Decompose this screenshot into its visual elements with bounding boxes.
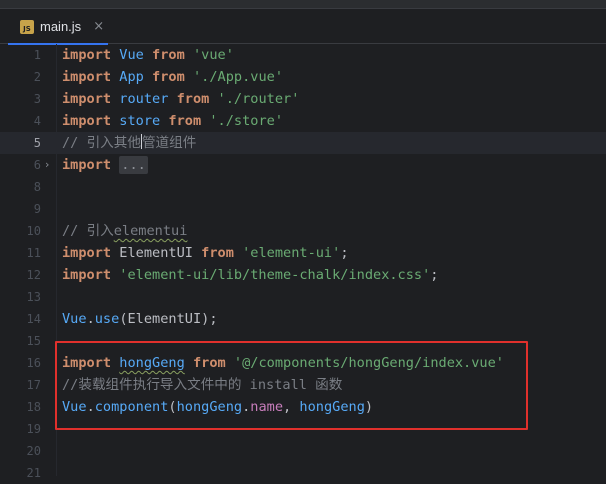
line-number: 12	[26, 268, 41, 282]
code-token: Vue	[119, 47, 144, 63]
code-token: use	[94, 311, 120, 327]
code-token: import	[62, 113, 112, 129]
code-text: import router from './router'	[62, 88, 299, 110]
line-number: 3	[33, 92, 41, 106]
code-token: 'element-ui/lib/theme-chalk/index.css'	[119, 267, 431, 283]
annotation-highlight-box	[55, 341, 528, 430]
line-number: 19	[26, 422, 41, 436]
code-token: 管道组件	[141, 135, 197, 151]
code-token: import	[62, 69, 112, 85]
code-line[interactable]: 12 import 'element-ui/lib/theme-chalk/ind…	[0, 264, 606, 286]
code-text: Vue.use(ElementUI);	[62, 308, 218, 330]
code-line[interactable]: 6 › import ...	[0, 154, 606, 176]
close-icon[interactable]: ×	[93, 19, 104, 34]
code-text: import ElementUI from 'element-ui';	[62, 242, 349, 264]
code-text: import store from './store'	[62, 110, 283, 132]
code-token: from	[176, 91, 210, 107]
code-text: import Vue from 'vue'	[62, 44, 234, 66]
code-token: .	[86, 311, 95, 327]
fold-expand-icon[interactable]: ›	[45, 154, 49, 176]
code-token: (ElementUI);	[119, 311, 218, 327]
code-line[interactable]: 13	[0, 286, 606, 308]
code-token: './store'	[209, 113, 284, 129]
line-number: 6	[33, 158, 41, 172]
code-token: ;	[430, 267, 439, 283]
top-strip	[0, 0, 606, 9]
code-token: './router'	[217, 91, 300, 107]
line-number: 8	[33, 180, 41, 194]
line-number: 11	[26, 246, 41, 260]
line-number: 4	[33, 114, 41, 128]
code-line[interactable]: 1 import Vue from 'vue'	[0, 44, 606, 66]
line-number: 16	[26, 356, 41, 370]
code-token: 'vue'	[192, 47, 234, 63]
line-number: 10	[26, 224, 41, 238]
code-token: //	[62, 223, 87, 239]
code-token: ElementUI	[119, 245, 193, 261]
line-number: 5	[33, 136, 41, 150]
code-token: //	[62, 135, 87, 151]
code-line[interactable]: 2 import App from './App.vue'	[0, 66, 606, 88]
code-line[interactable]: 9	[0, 198, 606, 220]
code-line[interactable]: 5 // 引入其他管道组件	[0, 132, 606, 154]
code-token: store	[119, 113, 161, 129]
code-token: import	[62, 267, 112, 283]
line-number: 18	[26, 400, 41, 414]
code-token: 引入其他	[86, 135, 141, 151]
code-editor[interactable]: 1 import Vue from 'vue' 2 import App from '…	[0, 44, 606, 480]
code-token: './App.vue'	[192, 69, 284, 85]
code-token: Vue	[62, 311, 87, 327]
javascript-file-icon-text: JS	[23, 24, 31, 33]
code-line[interactable]: 20	[0, 440, 606, 462]
code-text: // 引入其他管道组件	[62, 132, 196, 154]
code-token: ;	[340, 245, 349, 261]
code-token: import	[62, 245, 112, 261]
code-line[interactable]: 10 // 引入elementui	[0, 220, 606, 242]
code-line[interactable]: 21	[0, 462, 606, 484]
code-token: from	[152, 47, 185, 63]
editor-tab-bar: JS main.js ×	[0, 9, 606, 45]
javascript-file-icon: JS	[20, 19, 34, 34]
code-token: router	[119, 91, 169, 107]
code-token: App	[119, 69, 144, 85]
code-token: from	[168, 113, 202, 129]
code-text: import 'element-ui/lib/theme-chalk/index…	[62, 264, 438, 286]
line-number: 21	[26, 466, 41, 480]
line-number: 20	[26, 444, 41, 458]
line-number: 15	[26, 334, 41, 348]
code-token: import	[62, 91, 112, 107]
code-token: 引入	[86, 223, 114, 239]
code-text: // 引入elementui	[62, 220, 187, 242]
tab-label: main.js	[40, 19, 82, 34]
code-text: import ...	[62, 154, 148, 176]
code-token: elementui	[113, 223, 188, 239]
line-number: 9	[33, 202, 41, 216]
line-number: 17	[26, 378, 41, 392]
code-token: from	[201, 245, 234, 261]
code-line[interactable]: 4 import store from './store'	[0, 110, 606, 132]
code-line[interactable]: 3 import router from './router'	[0, 88, 606, 110]
code-token: 'element-ui'	[242, 245, 341, 261]
line-number: 2	[33, 70, 41, 84]
code-token: ...	[119, 156, 148, 174]
code-line[interactable]: 11 import ElementUI from 'element-ui';	[0, 242, 606, 264]
line-number: 1	[33, 48, 41, 62]
line-number: 13	[26, 290, 41, 304]
code-token: import	[62, 157, 112, 173]
code-line[interactable]: 14 Vue.use(ElementUI);	[0, 308, 606, 330]
code-token: from	[152, 69, 185, 85]
code-text: import App from './App.vue'	[62, 66, 283, 88]
code-token: import	[62, 47, 112, 63]
code-line[interactable]: 8	[0, 176, 606, 198]
line-number: 14	[26, 312, 41, 326]
tab-main-js[interactable]: JS main.js ×	[8, 9, 108, 45]
